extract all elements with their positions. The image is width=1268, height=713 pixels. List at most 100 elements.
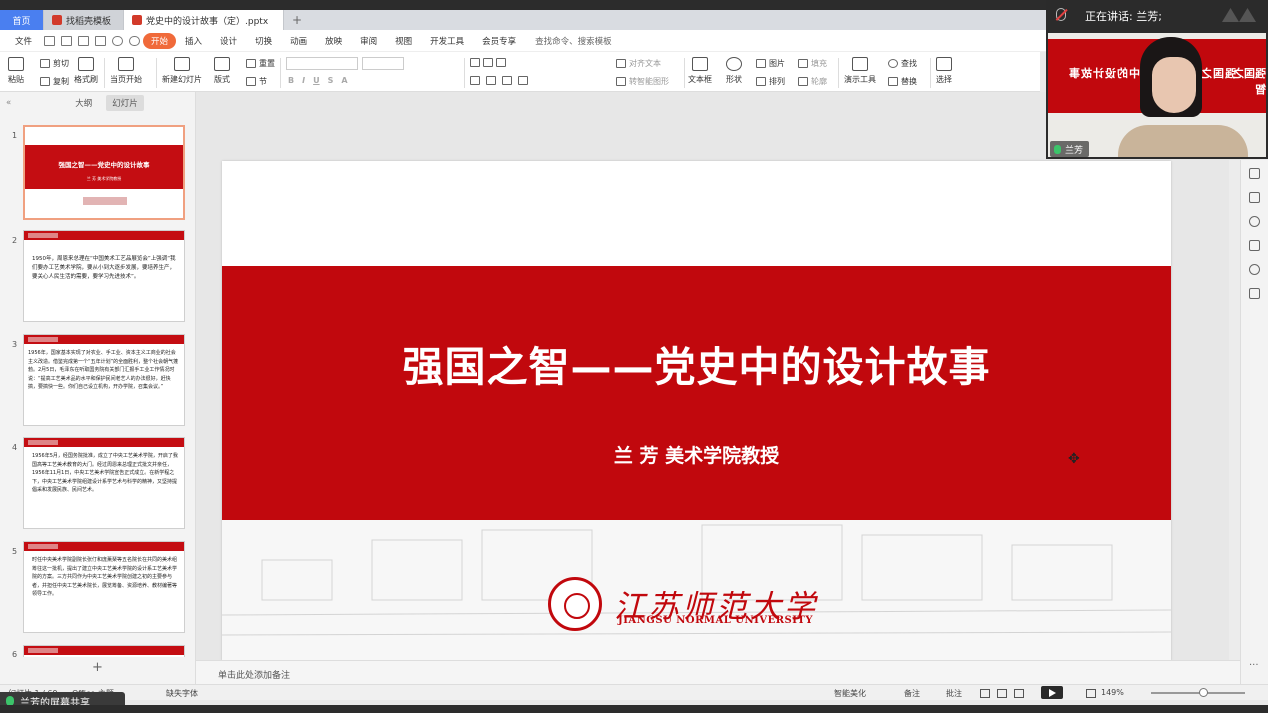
align-right-icon[interactable] [502,76,512,85]
vertical-scrollbar[interactable] [1229,160,1240,660]
more-icon[interactable]: ··· [1249,660,1259,671]
reset-button[interactable]: 重置 [246,58,275,69]
bullets-icon[interactable] [470,58,480,67]
fill-button[interactable]: 填充 [798,58,827,69]
grid-view-icon[interactable] [997,689,1007,698]
add-slide-button[interactable]: + [92,660,103,675]
indent-icon[interactable] [496,58,506,67]
speaker-video-tile[interactable]: 强国之智——党史中的设计故事 强国之智 兰芳 [1046,31,1268,159]
strike-icon[interactable]: S [328,76,334,85]
section-button[interactable]: 节 [246,76,267,87]
menu-view[interactable]: 视图 [386,35,421,47]
font-size-select[interactable] [362,57,404,70]
slide-thumbnail-3[interactable]: 1956年，国家基本实现了对农业、手工业、资本主义工商业的社会主义改造。借鉴完成… [23,334,185,426]
format-painter-button[interactable]: 格式刷 [74,57,98,85]
menu-slideshow[interactable]: 放映 [316,35,351,47]
outline-button[interactable]: 轮廓 [798,76,827,87]
menu-animation[interactable]: 动画 [281,35,316,47]
menu-review[interactable]: 审阅 [351,35,386,47]
layout-button[interactable]: 版式 [214,57,230,85]
animation-icon[interactable] [1249,168,1260,179]
tab-home[interactable]: 首页 [0,10,44,30]
image-icon[interactable] [1249,240,1260,251]
mic-muted-icon[interactable] [1056,8,1066,21]
notes-toggle[interactable]: 备注 [904,688,920,699]
picture-button[interactable]: 图片 [756,58,785,69]
slide-subtitle[interactable]: 兰 芳 美术学院教授 [222,441,1171,468]
slide-thumbnail-6[interactable] [23,645,185,657]
zoom-slider[interactable] [1151,692,1245,694]
tab-slides[interactable]: 幻灯片 [106,95,144,111]
tab-template[interactable]: 找稻壳模板 [44,10,124,30]
smart-beautify-button[interactable]: 智能美化 [834,688,866,699]
current-slide[interactable]: 强国之智——党史中的设计故事 兰 芳 美术学院教授 江苏师范大学 JIANGSU… [222,161,1171,661]
slideshow-play-button[interactable] [1041,686,1063,699]
redo-icon[interactable] [129,35,141,46]
align-text-button[interactable]: 对齐文本 [616,58,661,69]
fill-icon [798,59,808,68]
print-icon[interactable] [78,35,90,46]
tab-outline[interactable]: 大纲 [69,95,98,111]
save-icon[interactable] [44,35,56,46]
reset-icon [246,59,256,68]
menu-home[interactable]: 开始 [143,32,177,49]
fit-icon[interactable] [1086,689,1096,698]
align-left-icon[interactable] [470,76,480,85]
slide-number: 5 [12,547,18,556]
tab-document[interactable]: 党史中的设计故事（定）.pptx [124,10,284,30]
menu-developer[interactable]: 开发工具 [421,35,473,47]
slide-thumbnail-4[interactable]: 1956年5月，经国务院批准，成立了中央工艺美术学院，开启了我国高等工艺美术教育… [23,437,185,529]
replace-button[interactable]: 替换 [888,76,917,87]
menu-transition[interactable]: 切换 [246,35,281,47]
fill-label: 填充 [811,59,827,68]
shape-button[interactable]: 形状 [726,57,742,85]
slide-thumbnail-5[interactable]: 时任中央美术学院副院长张仃和庞薰琹等五名院长在共同的美术组筹往这一批机，提出了建… [23,541,185,633]
help-icon[interactable] [1249,216,1260,227]
zoom-level[interactable]: 149% [1101,688,1124,697]
copy-button[interactable]: 复制 [40,76,69,87]
bold-icon[interactable]: B [288,76,294,85]
paste-button[interactable]: 粘贴 [8,57,24,85]
export-icon[interactable] [61,35,73,46]
preview-icon[interactable] [95,35,107,46]
normal-view-icon[interactable] [980,689,990,698]
italic-icon[interactable]: I [302,76,305,85]
numbering-icon[interactable] [483,58,493,67]
menu-member[interactable]: 会员专享 [473,35,525,47]
menu-insert[interactable]: 插入 [176,35,211,47]
new-slide-button[interactable]: 新建幻灯片 [162,57,202,85]
book-icon[interactable] [1249,288,1260,299]
undo-icon[interactable] [112,35,124,46]
select-button[interactable]: 选择 [936,57,952,85]
align-center-icon[interactable] [486,76,496,85]
menu-file[interactable]: 文件 [6,35,41,47]
justify-icon[interactable] [518,76,528,85]
play-from-current-button[interactable]: 当页开始 [110,57,142,85]
slide-thumbnail-2[interactable]: 1950年，周恩来总理在“中国美术工艺品展览会”上强调“我们要办工艺美术学院，要… [23,230,185,322]
slide-title[interactable]: 强国之智——党史中的设计故事 [222,333,1171,393]
font-color-icon[interactable]: A [341,76,347,85]
slides-icon[interactable] [1249,192,1260,203]
smartart-button[interactable]: 转智能图形 [616,76,669,87]
font-family-select[interactable] [286,57,358,70]
arrange-button[interactable]: 排列 [756,76,785,87]
zoom-slider-knob[interactable] [1199,688,1208,697]
layout-label: 版式 [214,75,230,84]
present-tools-button[interactable]: 演示工具 [844,57,876,85]
command-search[interactable]: 查找命令、搜索模板 [525,35,612,47]
underline-icon[interactable]: U [313,76,320,85]
find-button[interactable]: 查找 [888,58,917,69]
new-tab-button[interactable]: + [284,10,310,30]
cut-button[interactable]: 剪切 [40,58,69,69]
missing-font-button[interactable]: 缺失字体 [166,688,198,699]
menu-design[interactable]: 设计 [211,35,246,47]
reading-view-icon[interactable] [1014,689,1024,698]
align-row [470,76,528,85]
location-icon[interactable] [1249,264,1260,275]
slide-thumbnail-1[interactable]: 强国之智——党史中的设计故事 兰 芳 美术学院教授 [23,125,185,220]
collapse-icon[interactable]: « [6,98,11,108]
align-text-label: 对齐文本 [629,59,661,68]
comments-toggle[interactable]: 批注 [946,688,962,699]
textbox-button[interactable]: 文本框 [688,57,712,85]
notes-pane[interactable]: 单击此处添加备注 [196,660,1240,684]
